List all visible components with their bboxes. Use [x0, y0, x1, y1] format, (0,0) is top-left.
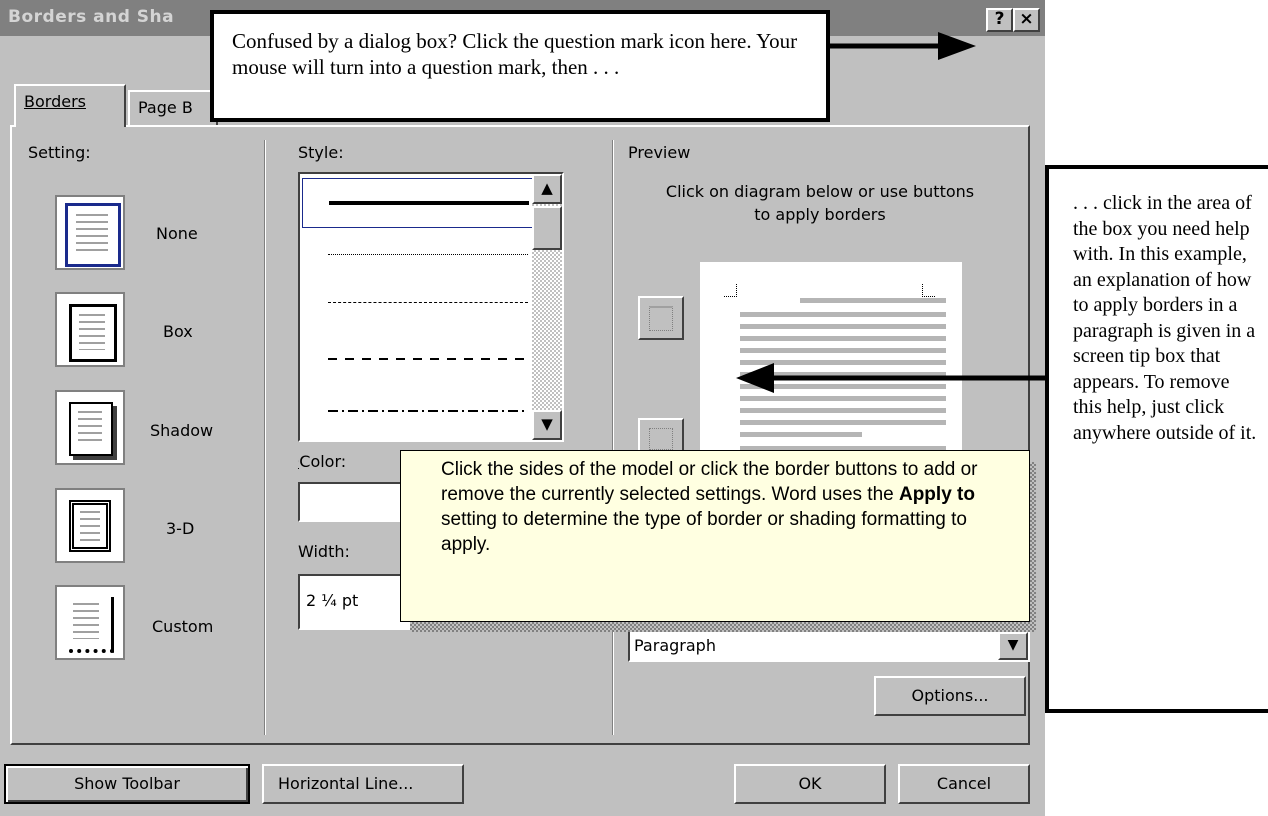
arrow-to-preview-icon [736, 363, 1045, 393]
annotation-arrows [736, 32, 1045, 393]
tab-borders[interactable]: Borders [14, 84, 126, 127]
tab-label: Borders [24, 92, 86, 111]
arrow-to-help-icon [830, 32, 976, 60]
